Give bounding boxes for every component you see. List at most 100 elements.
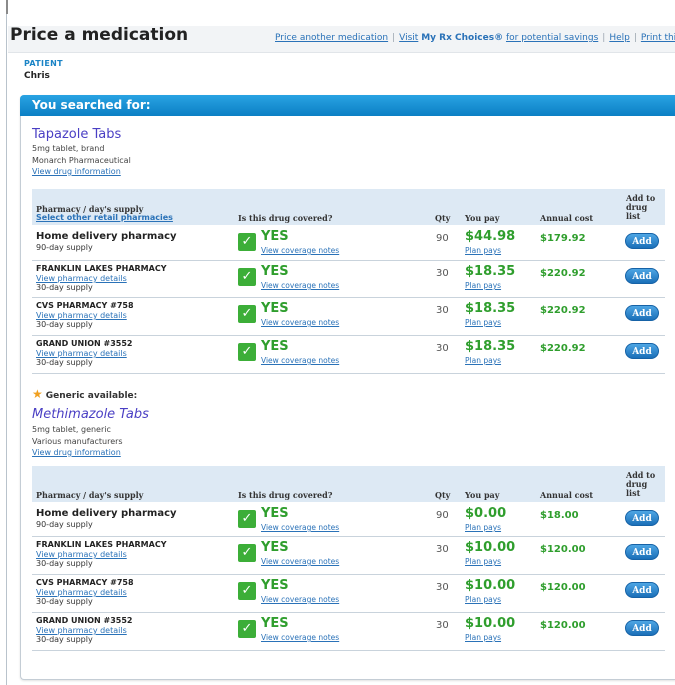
plan-pays-link[interactable]: Plan pays [465, 633, 501, 642]
pharmacy-name: GRAND UNION #3552 [36, 616, 133, 625]
add-to-drug-list-button[interactable]: Add [625, 305, 659, 321]
quantity: 30 [436, 582, 449, 593]
check-icon: ✓ [238, 510, 256, 528]
view-pharmacy-details-link[interactable]: View pharmacy details [36, 588, 127, 597]
days-supply: 30-day supply [36, 559, 93, 568]
search-results-header: You searched for: [20, 95, 675, 116]
patient-label: PATIENT [24, 59, 63, 68]
check-icon: ✓ [238, 268, 256, 286]
plan-pays-link[interactable]: Plan pays [465, 281, 501, 290]
days-supply: 30-day supply [36, 320, 93, 329]
table-row: Home delivery pharmacy 90-day supply ✓ YES V… [32, 504, 665, 537]
view-coverage-notes-link[interactable]: View coverage notes [261, 557, 339, 566]
plan-pays-link[interactable]: Plan pays [465, 246, 501, 255]
quantity: 30 [436, 343, 449, 354]
days-supply: 90-day supply [36, 243, 93, 252]
view-pharmacy-details-link[interactable]: View pharmacy details [36, 311, 127, 320]
pharmacy-name: FRANKLIN LAKES PHARMACY [36, 264, 167, 273]
view-pharmacy-details-link[interactable]: View pharmacy details [36, 274, 127, 283]
view-coverage-notes-link[interactable]: View coverage notes [261, 633, 339, 642]
view-drug-information-link[interactable]: View drug information [32, 167, 121, 176]
pharmacy-name: Home delivery pharmacy [36, 231, 177, 242]
add-to-drug-list-button[interactable]: Add [625, 343, 659, 359]
price-another-link[interactable]: Price another medication [275, 33, 388, 43]
column-header-you-pay: You pay [465, 213, 500, 223]
table-header: Pharmacy / day's supply Is this drug cove… [32, 466, 665, 502]
visit-link-group[interactable]: Visit My Rx Choices® for potential savin… [399, 33, 598, 43]
quantity: 90 [436, 233, 449, 244]
table-row: FRANKLIN LAKES PHARMACY View pharmacy det… [32, 260, 665, 298]
plan-pays-link[interactable]: Plan pays [465, 523, 501, 532]
help-link[interactable]: Help [609, 33, 630, 43]
days-supply: 30-day supply [36, 358, 93, 367]
my-rx-choices-link[interactable]: My Rx Choices® [421, 33, 503, 43]
coverage-status: YES [261, 264, 289, 279]
star-icon: ★ [32, 387, 43, 401]
check-icon: ✓ [238, 620, 256, 638]
view-coverage-notes-link[interactable]: View coverage notes [261, 281, 339, 290]
pharmacy-name: Home delivery pharmacy [36, 508, 177, 519]
annual-cost: $120.00 [540, 544, 586, 555]
add-to-drug-list-button[interactable]: Add [625, 510, 659, 526]
check-icon: ✓ [238, 305, 256, 323]
quantity: 30 [436, 620, 449, 631]
add-to-drug-list-button[interactable]: Add [625, 233, 659, 249]
table-row: GRAND UNION #3552 View pharmacy details 30… [32, 612, 665, 651]
pharmacy-name: CVS PHARMACY #758 [36, 578, 134, 587]
quantity: 30 [436, 544, 449, 555]
annual-cost: $179.92 [540, 233, 586, 244]
drug-strength: 5mg tablet, generic [32, 425, 111, 434]
table-row: CVS PHARMACY #758 View pharmacy details 30… [32, 297, 665, 336]
view-coverage-notes-link[interactable]: View coverage notes [261, 318, 339, 327]
table-row: Home delivery pharmacy 90-day supply ✓ YES V… [32, 227, 665, 261]
view-coverage-notes-link[interactable]: View coverage notes [261, 523, 339, 532]
drug-manufacturer: Various manufacturers [32, 437, 123, 446]
visit-suffix[interactable]: for potential savings [506, 33, 598, 43]
add-to-drug-list-button[interactable]: Add [625, 620, 659, 636]
you-pay-amount: $18.35 [465, 339, 516, 354]
search-results-heading: You searched for: [32, 98, 151, 112]
check-icon: ✓ [238, 233, 256, 251]
pricing-table: Pharmacy / day's supply Select other reta… [32, 189, 665, 375]
view-coverage-notes-link[interactable]: View coverage notes [261, 595, 339, 604]
pharmacy-name: FRANKLIN LAKES PHARMACY [36, 540, 167, 549]
quantity: 90 [436, 510, 449, 521]
view-coverage-notes-link[interactable]: View coverage notes [261, 246, 339, 255]
top-links: Price another medication | Visit My Rx Cho… [275, 33, 675, 43]
column-header-you-pay: You pay [465, 490, 500, 500]
add-to-drug-list-button[interactable]: Add [625, 582, 659, 598]
view-coverage-notes-link[interactable]: View coverage notes [261, 356, 339, 365]
column-header-add: list [626, 488, 641, 498]
annual-cost: $120.00 [540, 582, 586, 593]
view-pharmacy-details-link[interactable]: View pharmacy details [36, 550, 127, 559]
page-title: Price a medication [10, 25, 189, 45]
drug-strength: 5mg tablet, brand [32, 144, 105, 153]
pricing-table: Pharmacy / day's supply Is this drug cove… [32, 466, 665, 652]
table-header: Pharmacy / day's supply Select other reta… [32, 189, 665, 225]
column-header-annual-cost: Annual cost [540, 490, 594, 500]
visit-prefix[interactable]: Visit [399, 33, 418, 43]
you-pay-amount: $18.35 [465, 264, 516, 279]
you-pay-amount: $0.00 [465, 506, 507, 521]
annual-cost: $18.00 [540, 510, 579, 521]
view-pharmacy-details-link[interactable]: View pharmacy details [36, 626, 127, 635]
view-pharmacy-details-link[interactable]: View pharmacy details [36, 349, 127, 358]
plan-pays-link[interactable]: Plan pays [465, 356, 501, 365]
you-pay-amount: $18.35 [465, 301, 516, 316]
check-icon: ✓ [238, 582, 256, 600]
you-pay-amount: $44.98 [465, 229, 516, 244]
plan-pays-link[interactable]: Plan pays [465, 595, 501, 604]
select-other-pharmacies-link[interactable]: Select other retail pharmacies [36, 213, 173, 222]
column-header-pharmacy: Pharmacy / day's supply [36, 490, 144, 500]
add-to-drug-list-button[interactable]: Add [625, 544, 659, 560]
print-link[interactable]: Print this page [641, 33, 675, 43]
add-to-drug-list-button[interactable]: Add [625, 268, 659, 284]
you-pay-amount: $10.00 [465, 578, 516, 593]
plan-pays-link[interactable]: Plan pays [465, 557, 501, 566]
table-row: GRAND UNION #3552 View pharmacy details 30… [32, 335, 665, 374]
check-icon: ✓ [238, 343, 256, 361]
plan-pays-link[interactable]: Plan pays [465, 318, 501, 327]
coverage-status: YES [261, 578, 289, 593]
view-drug-information-link[interactable]: View drug information [32, 448, 121, 457]
quantity: 30 [436, 305, 449, 316]
